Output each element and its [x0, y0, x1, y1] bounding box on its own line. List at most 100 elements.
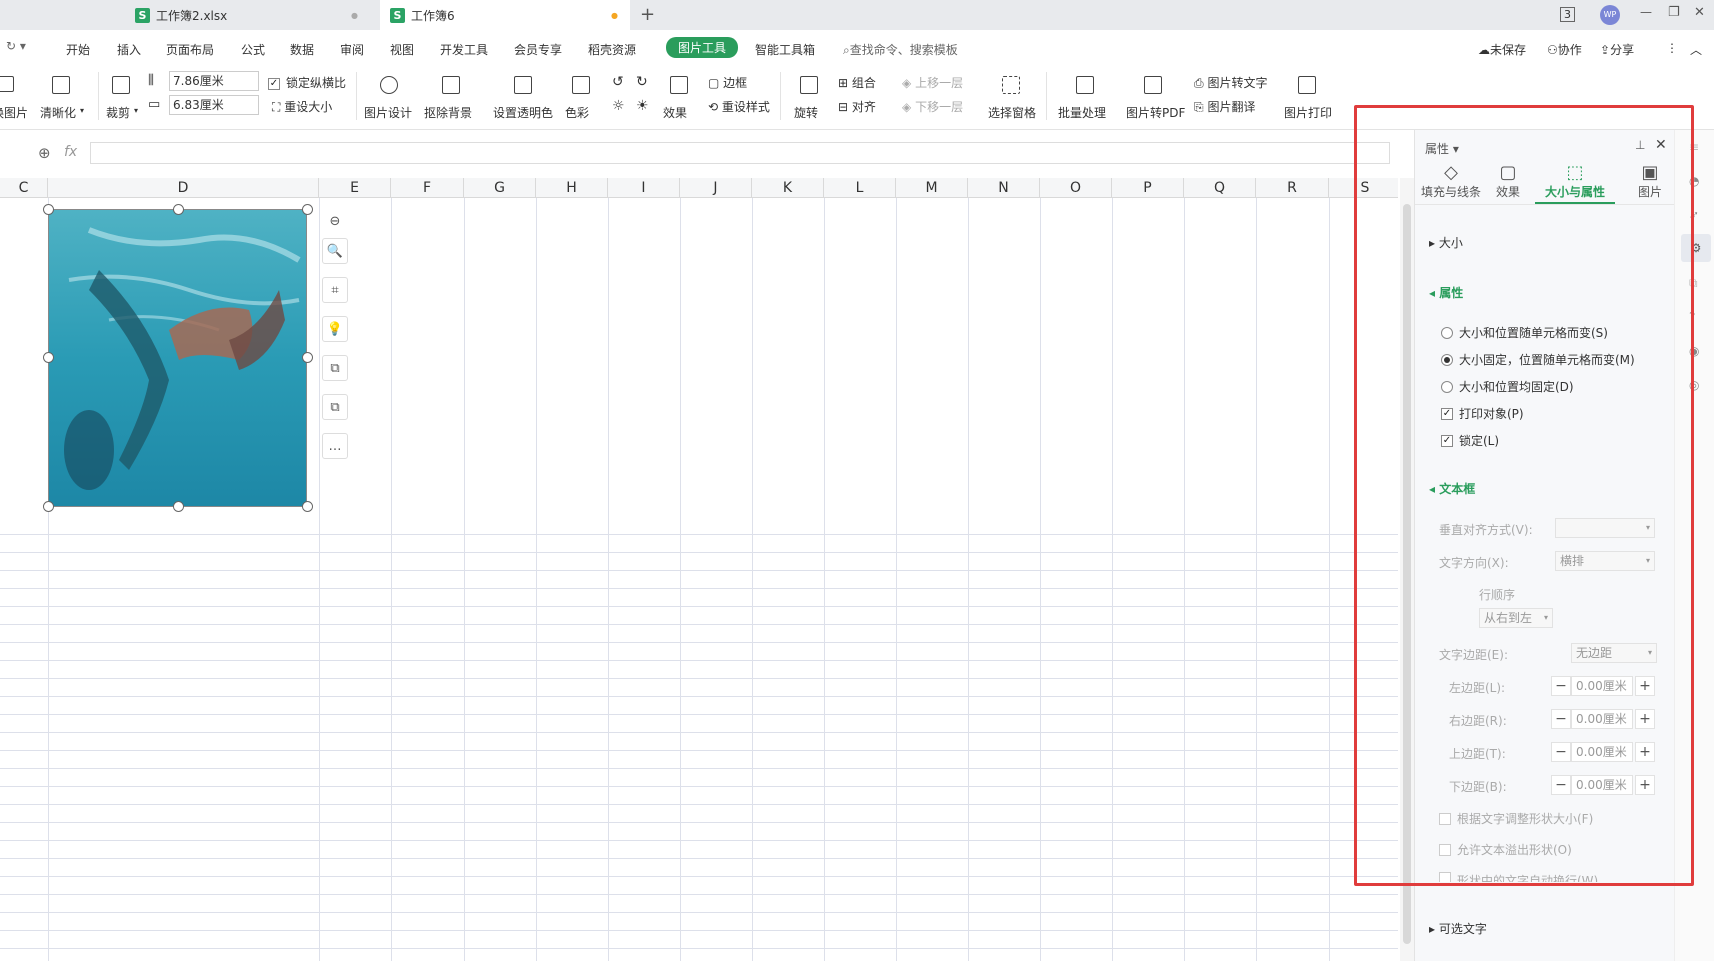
group-button[interactable]: ⊞ 组合 [838, 74, 876, 91]
column-header[interactable]: C [0, 178, 48, 198]
resize-handle-s[interactable] [173, 501, 184, 512]
column-header[interactable]: N [968, 178, 1040, 198]
column-header[interactable]: I [608, 178, 680, 198]
picture-design-button[interactable]: 图片设计 [364, 104, 412, 121]
reset-size-button[interactable]: ⛶ 重设大小 [272, 98, 332, 115]
bring-forward-button[interactable]: ◈ 上移一层 [902, 74, 963, 91]
translate-button[interactable]: ⎘ 图片翻译 [1194, 98, 1255, 115]
section-alt-text[interactable]: ▸ 可选文字 [1429, 920, 1487, 937]
height-input[interactable]: 6.83厘米 [169, 95, 259, 115]
more-menu-icon[interactable]: ⋮ [1666, 41, 1678, 55]
picture-print-button[interactable]: 图片打印 [1284, 104, 1332, 121]
sharpen-button[interactable]: 清晰化 [40, 104, 76, 121]
column-header[interactable]: R [1256, 178, 1329, 198]
window-count-badge[interactable]: 3 [1560, 7, 1575, 22]
width-input[interactable]: 7.86厘米 [169, 71, 259, 91]
column-header[interactable]: K [752, 178, 824, 198]
tab-workbook2[interactable]: S 工作簿2.xlsx ● [125, 0, 370, 30]
menu-review[interactable]: 审阅 [340, 41, 364, 58]
avatar[interactable]: WP [1600, 5, 1620, 25]
menu-formulas[interactable]: 公式 [241, 41, 265, 58]
close-window-button[interactable]: ✕ [1694, 5, 1705, 20]
column-header[interactable]: G [464, 178, 536, 198]
sheet-grid[interactable]: C D E F G H I J K L M N O P Q R S ⊖ 🔍 ⌗ … [0, 178, 1398, 961]
unsaved-button[interactable]: ☁未保存 [1478, 41, 1526, 58]
collaborate-button[interactable]: ⚇协作 [1547, 41, 1582, 58]
effect-button[interactable]: 效果 [663, 104, 687, 121]
picture-translate-icon[interactable]: ⧉ [322, 394, 348, 420]
reset-style-button[interactable]: ⟲ 重设样式 [708, 98, 770, 115]
zoom-icon[interactable]: ⊕ [38, 144, 51, 162]
lock-ratio-checkbox[interactable]: ✓ 锁定纵横比 [268, 74, 346, 91]
menu-docer[interactable]: 稻壳资源 [588, 41, 636, 58]
brightness-down-icon[interactable]: ☼ [612, 98, 625, 114]
resize-handle-sw[interactable] [43, 501, 54, 512]
column-header[interactable]: Q [1184, 178, 1256, 198]
menu-developer[interactable]: 开发工具 [440, 41, 488, 58]
border-button[interactable]: ▢ 边框 [708, 74, 747, 91]
resize-handle-e[interactable] [302, 352, 313, 363]
search-box[interactable]: ⌕查找命令、搜索模板 [843, 41, 958, 58]
resize-handle-n[interactable] [173, 204, 184, 215]
resize-handle-ne[interactable] [302, 204, 313, 215]
color-button[interactable]: 色彩 [565, 104, 589, 121]
minimize-button[interactable]: — [1640, 5, 1652, 19]
inserted-picture[interactable] [48, 209, 307, 507]
resize-handle-se[interactable] [302, 501, 313, 512]
rotate-right-icon[interactable]: ↻ [636, 74, 648, 90]
picture-to-text-icon[interactable]: ⧉ [322, 355, 348, 381]
crop-button[interactable]: 裁剪 [106, 104, 130, 121]
tab-workbook6[interactable]: S 工作簿6 ● [380, 0, 630, 30]
zoom-picture-icon[interactable]: 🔍 [322, 238, 348, 264]
menu-member[interactable]: 会员专享 [514, 41, 562, 58]
menu-home[interactable]: 开始 [66, 41, 90, 58]
send-backward-button[interactable]: ◈ 下移一层 [902, 98, 963, 115]
batch-process-button[interactable]: 批量处理 [1058, 104, 1106, 121]
column-header[interactable]: H [536, 178, 608, 198]
menu-view[interactable]: 视图 [390, 41, 414, 58]
resize-handle-w[interactable] [43, 352, 54, 363]
menu-smart-toolbox[interactable]: 智能工具箱 [755, 41, 815, 58]
more-tools-icon[interactable]: … [322, 433, 348, 459]
rotate-button[interactable]: 旋转 [794, 104, 818, 121]
share-button[interactable]: ⇪分享 [1600, 41, 1634, 58]
menu-page-layout[interactable]: 页面布局 [166, 41, 214, 58]
column-header[interactable]: J [680, 178, 752, 198]
to-text-button[interactable]: ⎙ 图片转文字 [1194, 74, 1267, 91]
menu-insert[interactable]: 插入 [117, 41, 141, 58]
search-icon: ⌕ [843, 43, 850, 57]
menu-data[interactable]: 数据 [290, 41, 314, 58]
group-icon: ⊞ [838, 76, 849, 90]
to-pdf-button[interactable]: 图片转PDF [1126, 104, 1185, 121]
collapse-toolbar-icon[interactable]: ⊖ [322, 208, 348, 234]
new-tab-button[interactable]: + [640, 4, 655, 25]
formula-input[interactable] [90, 142, 1390, 164]
idea-bulb-icon[interactable]: 💡 [322, 316, 348, 342]
rotate-left-icon[interactable]: ↺ [612, 74, 624, 90]
resize-handle-nw[interactable] [43, 204, 54, 215]
restore-button[interactable]: ❐ [1668, 5, 1680, 20]
unsaved-dot-icon[interactable]: ● [611, 11, 618, 20]
replace-picture-button[interactable]: 换图片 [0, 104, 28, 121]
column-header[interactable]: E [319, 178, 391, 198]
share-icon: ⇪ [1600, 43, 1611, 57]
set-transparent-button[interactable]: 设置透明色 [493, 104, 553, 121]
fx-icon[interactable]: fx [64, 144, 77, 160]
remove-background-button[interactable]: 抠除背景 [424, 104, 472, 121]
underwater-mermaid-photo [49, 210, 306, 506]
column-header[interactable]: D [48, 178, 319, 198]
column-header[interactable]: L [824, 178, 896, 198]
column-header[interactable]: F [391, 178, 464, 198]
column-header[interactable]: O [1040, 178, 1112, 198]
selection-pane-icon [1002, 76, 1020, 94]
column-header[interactable]: P [1112, 178, 1184, 198]
collapse-ribbon-icon[interactable]: ︿ [1690, 41, 1702, 58]
menu-picture-tools[interactable]: 图片工具 [666, 37, 739, 58]
brightness-up-icon[interactable]: ☀ [636, 98, 649, 114]
selection-pane-button[interactable]: 选择窗格 [988, 104, 1036, 121]
redo-icon[interactable]: ↻ ▾ [6, 39, 26, 53]
tab-close-icon[interactable]: ● [351, 11, 358, 20]
column-header[interactable]: M [896, 178, 968, 198]
align-button[interactable]: ⊟ 对齐 [838, 98, 876, 115]
crop-picture-icon[interactable]: ⌗ [322, 277, 348, 303]
